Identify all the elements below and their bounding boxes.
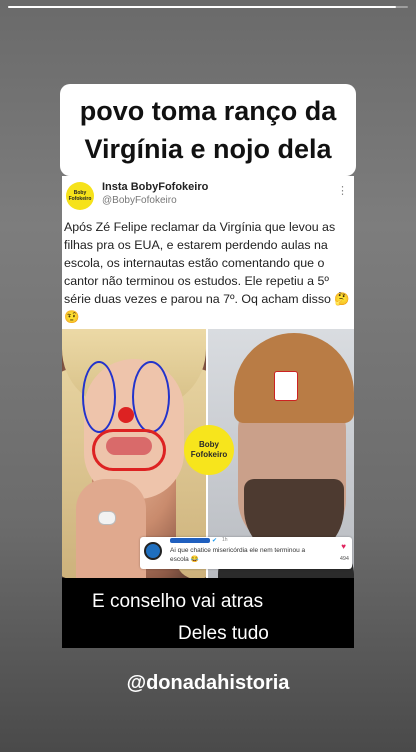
caption-line-2: Deles tudo — [178, 623, 269, 644]
heart-icon: ♥ — [341, 542, 346, 551]
account-logo[interactable]: Boby Fofokeiro — [66, 182, 94, 210]
commenter-avatar — [144, 542, 162, 560]
ring-jewelry — [98, 511, 116, 525]
commenter-name-redacted — [170, 538, 210, 543]
red-clown-nose — [118, 407, 134, 423]
post-header: Boby Fofokeiro Insta BobyFofokeiro @Boby… — [62, 176, 354, 216]
caption-line-1: E conselho vai atras — [92, 591, 264, 612]
logo-text-line-2: Fofokeiro — [68, 196, 92, 202]
blue-eye-ring-right — [132, 361, 170, 433]
post-media[interactable]: Boby Fofokeiro ✔ 1h Ai que chatice miser… — [62, 329, 354, 578]
headline-text: povo toma ranço da Virgínia e nojo dela — [79, 96, 337, 164]
verified-icon: ✔ — [212, 538, 218, 544]
caption-box: E conselho vai atras Deles tudo — [62, 578, 354, 648]
comment-text: Ai que chatice misericórdia ele nem term… — [170, 547, 306, 563]
comment-screenshot: ✔ 1h Ai que chatice misericórdia ele nem… — [140, 537, 352, 569]
blue-eye-ring-left — [82, 361, 116, 433]
story-progress-fill — [8, 6, 396, 8]
post-card: Boby Fofokeiro Insta BobyFofokeiro @Boby… — [62, 176, 354, 578]
comment-time: 1h — [222, 537, 228, 543]
badge-line-1: Boby — [199, 440, 219, 449]
headline-card: povo toma ranço da Virgínia e nojo dela — [60, 84, 356, 176]
author-handle[interactable]: @BobyFofokeiro — [102, 195, 177, 206]
watermark-badge: Boby Fofokeiro — [184, 425, 234, 475]
account-mention-tag[interactable]: @donadahistoria — [0, 672, 416, 695]
more-options-icon[interactable]: ⋮ — [337, 184, 348, 197]
story-progress-bar — [8, 6, 408, 8]
red-clown-mouth — [92, 429, 166, 471]
author-name[interactable]: Insta BobyFofokeiro — [102, 181, 208, 193]
comment-like-count: 494 — [339, 556, 349, 562]
badge-line-2: Fofokeiro — [190, 450, 228, 459]
post-body-text: Após Zé Felipe reclamar da Virgínia que … — [64, 220, 350, 324]
